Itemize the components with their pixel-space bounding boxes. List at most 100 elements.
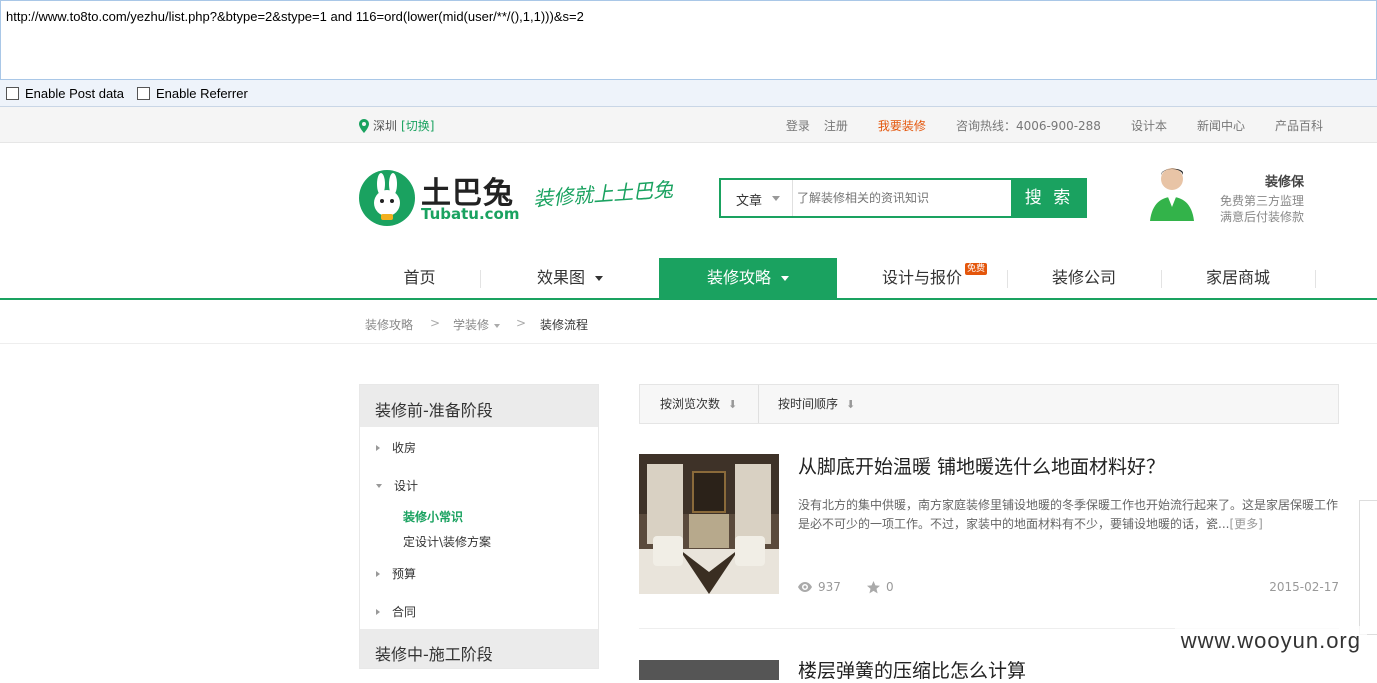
guarantee-title: 装修保 — [1264, 175, 1304, 190]
city-switch-link[interactable]: [切换] — [401, 117, 434, 134]
chevron-down-icon — [494, 323, 501, 328]
sidebar-item-receive[interactable]: 收房 — [376, 439, 416, 456]
sidebar-item-label: 预算 — [392, 567, 417, 581]
nav-divider — [1315, 270, 1316, 288]
url-textarea[interactable]: http://www.to8to.com/yezhu/list.php?&bty… — [0, 0, 1377, 80]
enable-post-checkbox[interactable] — [6, 87, 19, 100]
article-date: 2015-02-17 — [1269, 580, 1339, 594]
nav-mall[interactable]: 家居商城 — [1161, 258, 1315, 298]
slogan: 装修就上土巴兔 — [532, 177, 674, 211]
article-description: 没有北方的集中供暖，南方家庭装修里铺设地暖的冬季保暖工作也开始流行起来了。这是家… — [798, 496, 1339, 534]
search-button[interactable]: 搜 索 — [1011, 178, 1087, 218]
room-photo-image — [639, 454, 779, 594]
design-link[interactable]: 设计本 — [1131, 117, 1167, 134]
sidebar-item-label: 合同 — [392, 605, 417, 619]
caret-right-icon — [376, 608, 380, 615]
guarantee-line1: 免费第三方监理 — [1219, 194, 1304, 208]
nav-design-quote[interactable]: 设计与报价 免费 — [837, 258, 1007, 298]
sort-divider — [758, 385, 759, 423]
sort-by-time-label: 按时间顺序 — [778, 397, 839, 411]
search-input[interactable] — [797, 182, 1007, 214]
site-logo[interactable]: 土巴兔 Tubatu.com — [359, 168, 520, 230]
main-nav: 首页 效果图 装修攻略 设计与报价 免费 装修公司 家居商城 — [0, 258, 1377, 300]
guarantee-line2: 满意后付装修款 — [1219, 210, 1304, 224]
nav-design-quote-label: 设计与报价 — [881, 268, 962, 287]
article-thumbnail[interactable] — [639, 660, 779, 680]
eye-icon — [798, 582, 812, 592]
top-bar: 深圳 [切换] 登录 注册 我要装修 咨询热线：4006-900-288 设计本… — [0, 107, 1377, 143]
sidebar-subitem-tips[interactable]: 装修小常识 — [403, 508, 463, 525]
nav-companies[interactable]: 装修公司 — [1007, 258, 1161, 298]
arrow-down-icon: ⬇ — [728, 398, 738, 411]
rabbit-logo-icon — [359, 170, 415, 226]
sidebar-item-label: 设计 — [394, 479, 419, 493]
sidebar-section-during[interactable]: 装修中-施工阶段 — [360, 629, 598, 668]
enable-post-label: Enable Post data — [25, 86, 125, 101]
article-title[interactable]: 楼层弹簧的压缩比怎么计算 — [798, 656, 1026, 683]
chevron-right-icon: > — [430, 316, 441, 330]
login-link[interactable]: 登录 — [786, 117, 810, 134]
sidebar-section-before[interactable]: 装修前-准备阶段 — [360, 385, 598, 427]
breadcrumb: 装修攻略 > 学装修 > 装修流程 — [0, 300, 1377, 344]
caret-right-icon — [376, 570, 380, 577]
search-category-label: 文章 — [736, 194, 763, 209]
view-count: 937 — [798, 580, 841, 594]
free-badge: 免费 — [964, 263, 987, 275]
sidebar-item-design[interactable]: 设计 — [376, 477, 418, 494]
sidebar-item-contract[interactable]: 合同 — [376, 603, 416, 620]
caret-down-icon — [376, 483, 382, 488]
watermark: www.wooyun.org — [1174, 626, 1367, 656]
sidebar-subitem-plan[interactable]: 定设计\装修方案 — [403, 533, 491, 550]
sort-by-views-label: 按浏览次数 — [660, 397, 721, 411]
hackbar-options: Enable Post data Enable Referrer — [0, 80, 1377, 107]
url-text[interactable]: http://www.to8to.com/yezhu/list.php?&bty… — [6, 9, 584, 24]
renovate-link[interactable]: 我要装修 — [878, 117, 926, 134]
supervisor-avatar-icon — [1150, 168, 1194, 221]
search-box: 文章 搜 索 — [719, 178, 1087, 218]
view-count-value: 937 — [818, 580, 841, 594]
like-count[interactable]: 0 — [867, 580, 894, 594]
nav-guide[interactable]: 装修攻略 — [659, 258, 837, 298]
article-thumbnail[interactable] — [639, 454, 779, 594]
breadcrumb-learn-label: 学装修 — [453, 318, 490, 332]
sort-by-time[interactable]: 按时间顺序 ⬇ — [778, 385, 855, 423]
logo-en-text: Tubatu.com — [421, 205, 520, 223]
news-link[interactable]: 新闻中心 — [1197, 117, 1245, 134]
sidebar-item-budget[interactable]: 预算 — [376, 565, 416, 582]
city-selector[interactable]: 深圳 [切换] — [359, 117, 434, 134]
nav-effects-label: 效果图 — [536, 268, 585, 287]
chevron-down-icon — [772, 196, 780, 201]
location-pin-icon — [359, 118, 369, 133]
floating-side-tab[interactable] — [1359, 500, 1377, 635]
enable-post-option[interactable]: Enable Post data — [6, 86, 124, 101]
breadcrumb-current: 装修流程 — [540, 318, 589, 332]
breadcrumb-guide[interactable]: 装修攻略 — [365, 316, 413, 333]
caret-right-icon — [376, 444, 380, 451]
enable-referrer-option[interactable]: Enable Referrer — [137, 86, 248, 101]
breadcrumb-learn[interactable]: 学装修 — [453, 316, 501, 333]
article-title[interactable]: 从脚底开始温暖 铺地暖选什么地面材料好？ — [798, 452, 1165, 479]
more-link[interactable]: [更多] — [1229, 517, 1262, 531]
star-icon — [867, 580, 880, 593]
register-link[interactable]: 注册 — [824, 117, 848, 134]
chevron-down-icon — [781, 276, 789, 281]
arrow-down-icon: ⬇ — [846, 398, 856, 411]
chevron-right-icon: > — [516, 316, 527, 330]
enable-referrer-checkbox[interactable] — [137, 87, 150, 100]
category-sidebar: 装修前-准备阶段 收房 设计 装修小常识 定设计\装修方案 预算 合同 装修中-… — [359, 384, 599, 669]
sort-by-views[interactable]: 按浏览次数 ⬇ — [660, 385, 737, 423]
sidebar-item-label: 收房 — [392, 441, 417, 455]
products-link[interactable]: 产品百科 — [1275, 117, 1323, 134]
sort-bar: 按浏览次数 ⬇ 按时间顺序 ⬇ — [639, 384, 1339, 424]
nav-home[interactable]: 首页 — [359, 258, 480, 298]
enable-referrer-label: Enable Referrer — [156, 86, 248, 101]
nav-guide-label: 装修攻略 — [706, 268, 771, 287]
hotline-text: 咨询热线：4006-900-288 — [955, 119, 1101, 133]
search-category-select[interactable]: 文章 — [721, 180, 793, 216]
like-count-value: 0 — [886, 580, 894, 594]
top-links: 登录 注册 我要装修 咨询热线：4006-900-288 设计本 新闻中心 产品… — [756, 117, 1323, 134]
chevron-down-icon — [595, 276, 603, 281]
guarantee-promo[interactable]: 装修保 免费第三方监理 满意后付装修款 — [1142, 163, 1312, 224]
city-name: 深圳 — [373, 119, 398, 133]
nav-effects[interactable]: 效果图 — [481, 258, 659, 298]
